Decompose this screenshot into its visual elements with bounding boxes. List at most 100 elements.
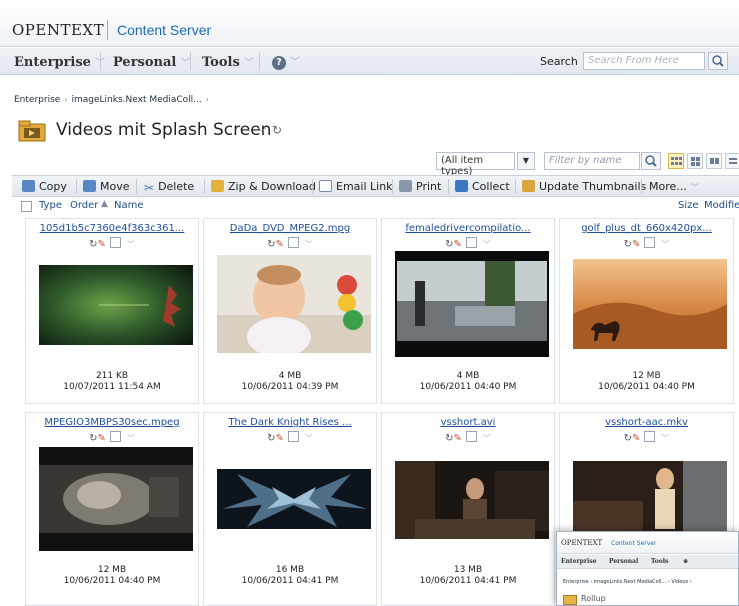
menu-personal[interactable]: Personal ﹀ bbox=[113, 54, 190, 70]
search-input[interactable]: Search From Here bbox=[583, 52, 705, 70]
edit-icon[interactable]: ✎ bbox=[276, 239, 284, 250]
item-name-link[interactable]: 105d1b5c7360e4f363c361... bbox=[26, 223, 198, 234]
refresh-icon[interactable]: ↻ bbox=[89, 433, 97, 444]
item-tile[interactable]: 105d1b5c7360e4f363c361... ↻✎ ﹀ 211 KB 10/… bbox=[25, 218, 199, 404]
item-checkbox[interactable] bbox=[644, 431, 656, 442]
toolbar-divider bbox=[448, 179, 449, 194]
video-thumbnail[interactable] bbox=[573, 461, 727, 535]
chevron-down-icon[interactable]: ﹀ bbox=[483, 240, 491, 249]
item-checkbox[interactable] bbox=[465, 431, 477, 442]
item-checkbox[interactable] bbox=[465, 237, 477, 248]
item-tile[interactable]: The Dark Knight Rises ... ↻✎ ﹀ 16 MB 10/0… bbox=[203, 412, 377, 606]
chevron-down-icon[interactable]: ﹀ bbox=[127, 434, 135, 443]
chevron-down-icon[interactable]: ﹀ bbox=[305, 240, 313, 249]
item-checkbox[interactable] bbox=[287, 237, 299, 248]
item-checkbox[interactable] bbox=[109, 237, 121, 248]
item-name-link[interactable]: MPEGIO3MBPS30sec.mpeg bbox=[26, 417, 198, 428]
chevron-down-icon[interactable]: ﹀ bbox=[127, 240, 135, 249]
video-thumbnail[interactable] bbox=[573, 259, 727, 349]
item-tile[interactable]: femaledrivercompilatio... ↻✎ ﹀ 4 MB 10/06… bbox=[381, 218, 555, 404]
menu-tools[interactable]: Tools ﹀ bbox=[202, 54, 254, 70]
item-name-link[interactable]: golf_plus_dt_660x420px... bbox=[560, 223, 733, 234]
search-button[interactable] bbox=[708, 52, 728, 70]
filter-input[interactable]: Filter by name bbox=[544, 152, 640, 170]
refresh-icon[interactable]: ↻ bbox=[445, 239, 453, 250]
dropdown-arrow-icon[interactable]: ▼ bbox=[517, 152, 535, 170]
refresh-icon[interactable]: ↻ bbox=[89, 239, 97, 250]
edit-icon[interactable]: ✎ bbox=[632, 433, 640, 444]
copy-button[interactable]: Copy bbox=[22, 180, 67, 193]
item-checkbox[interactable] bbox=[287, 431, 299, 442]
thumbnail-view-button[interactable] bbox=[668, 153, 684, 169]
toolbar-divider bbox=[312, 179, 313, 194]
item-tile[interactable]: vsshort.avi ↻✎ ﹀ 13 MB 10/06/2011 04:41 P… bbox=[381, 412, 555, 606]
edit-icon[interactable]: ✎ bbox=[454, 239, 462, 250]
preview-popup-window[interactable]: OPENTEXT Content Server Enterprise Perso… bbox=[556, 531, 739, 606]
column-size[interactable]: Size bbox=[678, 200, 699, 211]
item-name-link[interactable]: vsshort-aac.mkv bbox=[560, 417, 733, 428]
item-tile[interactable]: DaDa_DVD_MPEG2.mpg ↻✎ ﹀ 4 MB 10/06/2011 0… bbox=[203, 218, 377, 404]
edit-icon[interactable]: ✎ bbox=[276, 433, 284, 444]
edit-icon[interactable]: ✎ bbox=[98, 433, 106, 444]
move-label: Move bbox=[100, 180, 130, 193]
video-thumbnail[interactable] bbox=[217, 255, 371, 353]
more-button[interactable]: More... ﹀ bbox=[649, 180, 699, 193]
move-button[interactable]: Move bbox=[83, 180, 130, 193]
video-thumbnail[interactable] bbox=[395, 461, 549, 539]
refresh-icon[interactable]: ↻ bbox=[624, 433, 632, 444]
item-tile[interactable]: golf_plus_dt_660x420px... ↻✎ ﹀ 12 MB 10/0… bbox=[559, 218, 734, 404]
chevron-down-icon: ﹀ bbox=[243, 58, 254, 69]
item-name-link[interactable]: vsshort.avi bbox=[382, 417, 554, 428]
column-type[interactable]: Type bbox=[39, 200, 62, 211]
video-thumbnail[interactable] bbox=[395, 251, 549, 357]
item-type-select[interactable]: (All item types) bbox=[436, 152, 515, 177]
item-checkbox[interactable] bbox=[644, 237, 656, 248]
refresh-icon[interactable]: ↻ bbox=[267, 433, 275, 444]
item-name-link[interactable]: DaDa_DVD_MPEG2.mpg bbox=[204, 223, 376, 234]
item-name-link[interactable]: The Dark Knight Rises ... bbox=[204, 417, 376, 428]
list-view-button[interactable] bbox=[725, 153, 739, 169]
page-title: Videos mit Splash Screen bbox=[56, 120, 272, 140]
filter-button[interactable] bbox=[641, 152, 661, 170]
refresh-icon[interactable]: ↻ bbox=[272, 123, 282, 137]
chevron-down-icon[interactable]: ﹀ bbox=[257, 124, 267, 139]
chevron-down-icon[interactable]: ﹀ bbox=[661, 240, 669, 249]
collect-button[interactable]: Collect bbox=[455, 180, 510, 193]
edit-icon[interactable]: ✎ bbox=[98, 239, 106, 250]
print-button[interactable]: Print bbox=[399, 180, 441, 193]
email-link-button[interactable]: Email Link bbox=[319, 180, 393, 193]
breadcrumb-separator-icon: › bbox=[64, 95, 68, 104]
video-thumbnail[interactable] bbox=[39, 265, 193, 345]
edit-icon[interactable]: ✎ bbox=[454, 433, 462, 444]
breadcrumb-collection[interactable]: imageLinks.Next MediaColl... bbox=[72, 95, 202, 105]
email-link-label: Email Link bbox=[336, 180, 393, 193]
delete-button[interactable]: ✂ Delete bbox=[144, 180, 194, 195]
item-actions: ↻✎ ﹀ bbox=[204, 237, 376, 250]
select-all-checkbox[interactable] bbox=[21, 201, 32, 212]
chevron-down-icon[interactable]: ﹀ bbox=[661, 434, 669, 443]
item-name-link[interactable]: femaledrivercompilatio... bbox=[382, 223, 554, 234]
refresh-icon[interactable]: ↻ bbox=[267, 239, 275, 250]
header-divider bbox=[107, 20, 108, 40]
item-checkbox[interactable] bbox=[109, 431, 121, 442]
chevron-down-icon[interactable]: ﹀ bbox=[305, 434, 313, 443]
update-thumbnails-label: Update Thumbnails bbox=[539, 180, 647, 193]
chevron-down-icon[interactable]: ﹀ bbox=[483, 434, 491, 443]
menu-help[interactable]: ? ﹀ bbox=[272, 53, 300, 70]
refresh-icon[interactable]: ↻ bbox=[624, 239, 632, 250]
column-order[interactable]: Order bbox=[70, 200, 98, 211]
update-thumbnails-button[interactable]: Update Thumbnails bbox=[522, 180, 646, 193]
column-name[interactable]: Name bbox=[114, 200, 144, 211]
breadcrumb-enterprise[interactable]: Enterprise bbox=[14, 95, 60, 105]
large-grid-view-button[interactable] bbox=[706, 153, 722, 169]
column-modified[interactable]: Modifie bbox=[704, 200, 739, 211]
video-thumbnail[interactable] bbox=[39, 447, 193, 551]
opentext-logo[interactable]: OPENTEXT bbox=[12, 21, 104, 39]
zip-download-button[interactable]: Zip & Download bbox=[211, 180, 316, 193]
item-tile[interactable]: MPEGIO3MBPS30sec.mpeg ↻✎ ﹀ 12 MB 10/06/20… bbox=[25, 412, 199, 606]
grid-view-button[interactable] bbox=[687, 153, 703, 169]
edit-icon[interactable]: ✎ bbox=[632, 239, 640, 250]
refresh-icon[interactable]: ↻ bbox=[445, 433, 453, 444]
video-thumbnail[interactable] bbox=[217, 469, 371, 529]
menu-enterprise[interactable]: Enterprise﹀ bbox=[14, 54, 105, 70]
